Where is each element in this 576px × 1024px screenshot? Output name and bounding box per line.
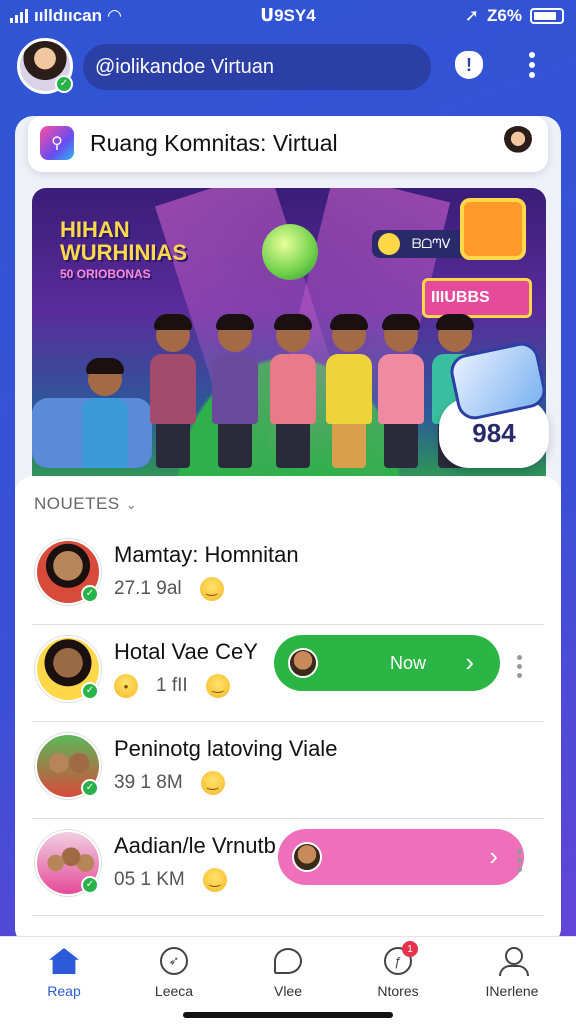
chevron-right-icon: ›	[489, 841, 498, 871]
banner-heading: HIHAN WURHINIAS 50 ORIOBONAS	[60, 218, 210, 281]
person-illustration	[82, 358, 128, 468]
profile-icon	[497, 946, 529, 976]
shield-alert-icon: !	[455, 51, 483, 79]
main-card: ⚲ Ruang Komnitas: Virtual HIHAN WURHINIA…	[15, 116, 561, 946]
time-badge[interactable]: 984	[439, 398, 549, 468]
open-chat-button[interactable]: ›	[278, 829, 524, 885]
chevron-right-icon: ›	[465, 647, 474, 677]
list-item-name: Hotal Vae CeY	[114, 639, 258, 664]
list-item[interactable]: ✓ Aadian/le Vrnutb 05 1 KM ‿ ›	[32, 819, 544, 916]
row-menu-icon[interactable]	[517, 655, 522, 678]
banner-subheading: 50 ORIOBONAS	[60, 267, 151, 282]
list-item-meta: 05 1 KM ‿	[114, 868, 227, 892]
alert-button[interactable]: !	[452, 48, 486, 82]
row-menu-icon[interactable]	[517, 849, 522, 872]
person-illustration	[270, 314, 316, 468]
disco-ball-icon	[262, 224, 318, 280]
person-illustration	[326, 314, 372, 468]
banner-sign: IIIUBBS	[422, 278, 532, 318]
nav-explore[interactable]: ➶ Leeca	[126, 945, 222, 999]
list-item-meta: • 1 fII ‿	[114, 674, 230, 698]
bottom-nav: Reap ➶ Leeca Vlee ƒ1 Ntores INerlene	[0, 936, 576, 1024]
smile-emoji-icon: ‿	[199, 577, 224, 601]
nav-label: Vlee	[273, 983, 303, 999]
nav-home[interactable]: Reap	[16, 945, 112, 999]
join-now-label: Now	[390, 653, 427, 673]
battery-icon	[530, 8, 564, 24]
profile-avatar[interactable]: ✓	[17, 38, 73, 94]
person-illustration	[150, 314, 196, 468]
online-status-icon: ✓	[81, 876, 99, 894]
person-illustration	[378, 314, 424, 468]
sort-dropdown[interactable]: NOUETES ⌄	[34, 494, 137, 514]
search-bar[interactable]: @iolikandoe Virtuan	[83, 44, 431, 90]
chevron-down-icon: ⌄	[125, 497, 138, 512]
status-bar: ıılldııcan ◠ ᑌ9SY4 ➚ Z6%	[0, 0, 576, 34]
tv-screen-icon	[460, 198, 526, 260]
nav-notifications[interactable]: ƒ1 Ntores	[350, 941, 446, 999]
online-status-icon: ✓	[55, 75, 73, 93]
compass-icon: ➶	[160, 947, 188, 975]
nav-label: Reap	[47, 983, 81, 999]
smile-emoji-icon: ‿	[205, 674, 230, 698]
nav-label: INerlene	[485, 983, 539, 999]
sort-label: NOUETES	[34, 494, 120, 513]
list-item-name: Aadian/le Vrnutb	[114, 833, 276, 858]
person-illustration	[212, 314, 258, 468]
nav-label: Ntores	[377, 983, 419, 999]
fire-emoji-icon: •	[114, 674, 138, 698]
online-status-icon: ✓	[81, 682, 99, 700]
list-item-meta: 27.1 9al ‿	[114, 577, 224, 601]
list-item-name: Peninotg latoving Viale	[114, 736, 338, 761]
nav-chat[interactable]: Vlee	[240, 945, 336, 999]
pill-avatar	[292, 842, 322, 872]
nav-profile[interactable]: INerlene	[464, 945, 560, 999]
nav-label: Leeca	[154, 983, 194, 999]
page-title: Ruang Komnitas: Virtual	[90, 130, 338, 156]
kebab-menu-icon[interactable]	[520, 50, 544, 80]
avatar[interactable]: ✓	[35, 636, 101, 702]
avatar[interactable]: ✓	[35, 539, 101, 605]
join-now-button[interactable]: Now ›	[274, 635, 500, 691]
chat-icon	[274, 948, 302, 974]
battery-percent: Z6%	[487, 6, 522, 25]
status-right: ➚ Z6%	[465, 6, 564, 26]
list-item-meta: 39 1 8M ‿	[114, 771, 225, 795]
pill-avatar	[288, 648, 318, 678]
title-avatar[interactable]	[502, 126, 534, 158]
list-item[interactable]: ✓ Mamtay: Homnitan 27.1 9al ‿	[32, 528, 544, 625]
notification-badge: 1	[402, 941, 418, 957]
member-list: NOUETES ⌄ ✓ Mamtay: Homnitan 27.1 9al ‿ ✓ …	[15, 476, 561, 946]
home-icon	[49, 948, 79, 974]
smile-emoji-icon: ‿	[200, 771, 225, 795]
list-item[interactable]: ✓ Hotal Vae CeY • 1 fII ‿ Now ›	[32, 625, 544, 722]
online-status-icon: ✓	[81, 585, 99, 603]
community-app-icon: ⚲	[40, 126, 74, 160]
home-indicator	[183, 1012, 393, 1018]
online-status-icon: ✓	[81, 779, 99, 797]
location-icon: ➚	[464, 6, 480, 25]
avatar[interactable]: ✓	[35, 733, 101, 799]
smile-emoji-icon: ‿	[202, 868, 227, 892]
community-title-bar[interactable]: ⚲ Ruang Komnitas: Virtual	[28, 116, 548, 172]
list-item[interactable]: ✓ Peninotg latoving Viale 39 1 8M ‿	[32, 722, 544, 819]
avatar[interactable]: ✓	[35, 830, 101, 896]
list-item-name: Mamtay: Homnitan	[114, 542, 299, 567]
